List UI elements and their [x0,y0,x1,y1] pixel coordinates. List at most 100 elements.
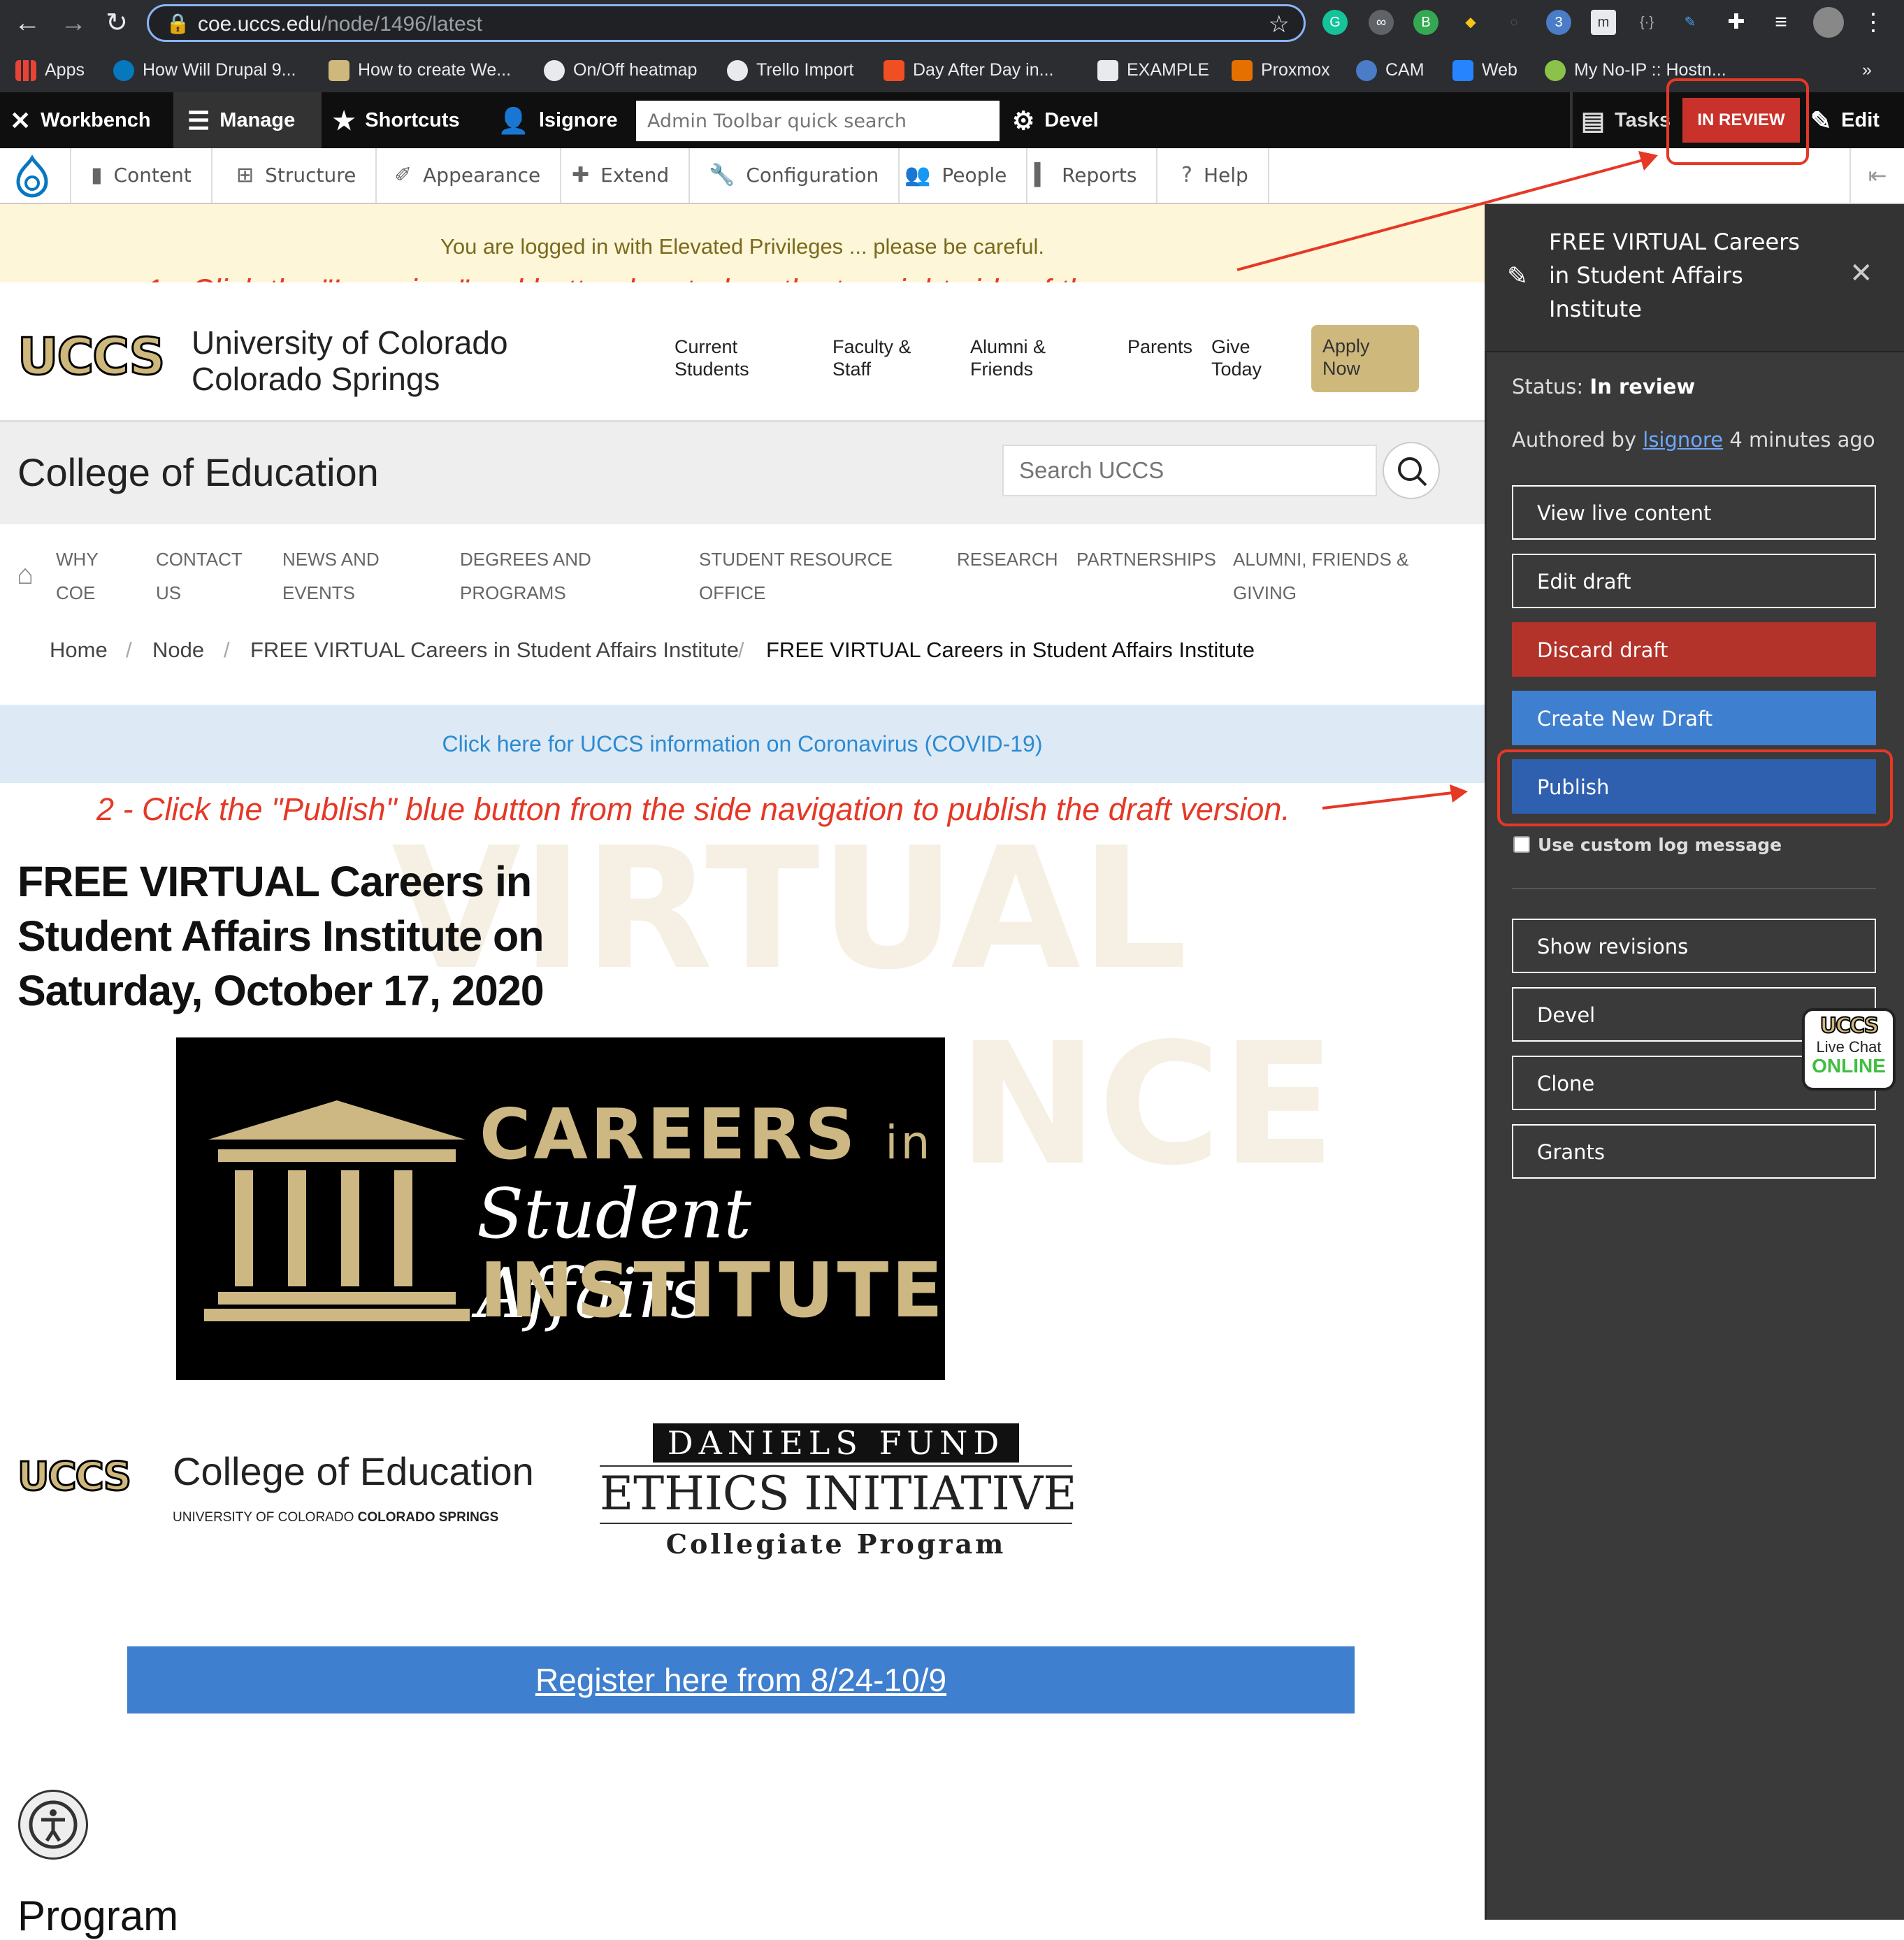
tasks-icon: ▤ [1581,106,1606,136]
college-title[interactable]: College of Education [17,450,379,495]
author-link[interactable]: lsignore [1643,428,1723,452]
puzzle-icon[interactable]: ✚ [1724,10,1749,35]
mainnav-alumni-friends-giving[interactable]: ALUMNI, FRIENDS & GIVING [1233,543,1408,610]
tray-extend[interactable]: ✚ Extend [552,148,691,203]
toolbar-edit[interactable]: ✎ Edit [1810,92,1880,148]
toolbar-devel[interactable]: ⚙ Devel [1012,92,1099,148]
topnav-faculty-staff[interactable]: Faculty & Staff [832,336,911,380]
bookmark-item[interactable]: Web [1452,56,1517,84]
banner-careers: CAREERS in [479,1093,933,1175]
breadcrumb-current: FREE VIRTUAL Careers in Student Affairs … [766,638,1255,662]
toolbar-manage[interactable]: ☰ Manage [173,92,322,148]
program-heading: Program [17,1892,179,1939]
register-button[interactable]: Register here from 8/24-10/9 [127,1646,1355,1713]
brush-icon: ✐ [394,163,412,187]
drupal-logo-icon[interactable] [0,148,71,203]
bookmark-item[interactable]: Trello Import [727,56,853,84]
bookmark-item[interactable]: How Will Drupal 9... [113,56,296,84]
mainnav-partnerships[interactable]: PARTNERSHIPS [1076,543,1216,576]
live-chat-widget[interactable]: UCCS Live Chat ONLINE [1802,1008,1896,1091]
proxmox-icon [1232,60,1253,82]
extension-icon[interactable]: 3 [1546,10,1571,35]
breadcrumb-parent[interactable]: FREE VIRTUAL Careers in Student Affairs … [250,638,739,663]
topnav-current-students[interactable]: Current Students [675,336,749,380]
mainnav-student-resource-office[interactable]: STUDENT RESOURCE OFFICE [699,543,893,610]
breadcrumb-node[interactable]: Node [152,638,204,663]
extension-icon[interactable]: ◆ [1458,10,1483,35]
extension-icon[interactable]: {·} [1634,10,1659,35]
web-icon [1452,60,1473,82]
tray-configuration[interactable]: 🔧 Configuration [689,148,900,203]
mainnav-why-coe[interactable]: WHY COE [56,543,99,610]
toolbar-user[interactable]: 👤 lsignore [498,92,618,148]
view-live-content-button[interactable]: View live content [1512,485,1876,540]
breadcrumb-home[interactable]: Home [50,638,108,663]
bookmarks-overflow[interactable]: » [1862,56,1872,84]
tray-people[interactable]: 👥 People [885,148,1028,203]
back-icon[interactable]: ← [10,6,45,41]
tray-reports[interactable]: ▍ Reports [1015,148,1158,203]
gear-icon: ⚙ [1012,106,1035,136]
bookmark-apps[interactable]: Apps [15,56,85,84]
topnav-alumni-friends[interactable]: Alumni & Friends [970,336,1046,380]
structure-icon: ⊞ [236,163,254,187]
media-icon[interactable]: ≡ [1768,10,1794,35]
reload-icon[interactable]: ↻ [99,6,134,41]
bookmark-item[interactable]: Proxmox [1232,56,1330,84]
tray-structure[interactable]: ⊞ Structure [217,148,377,203]
star-icon: ★ [333,106,356,136]
avatar[interactable] [1813,7,1844,38]
extension-icon[interactable]: B [1413,10,1438,35]
search-button[interactable] [1383,442,1440,499]
tray-content[interactable]: ▮ Content [71,148,212,203]
cam-icon [1356,60,1377,82]
create-new-draft-button[interactable]: Create New Draft [1512,691,1876,745]
custom-log-checkbox[interactable] [1513,836,1530,853]
extension-icon[interactable]: ○ [1501,10,1527,35]
edit-draft-button[interactable]: Edit draft [1512,554,1876,608]
home-icon[interactable]: ⌂ [17,559,34,591]
mainnav-contact-us[interactable]: CONTACT US [156,543,243,610]
apply-now-button[interactable]: Apply Now [1311,325,1419,392]
grammarly-extension-icon[interactable]: G [1322,10,1348,35]
topnav-give-today[interactable]: Give Today [1211,336,1262,380]
admin-quick-search-input[interactable] [636,101,1000,141]
bookmark-item[interactable]: How to create We... [329,56,511,84]
address-bar[interactable]: 🔒 coe.uccs.edu/node/1496/latest ☆ [147,4,1306,42]
grants-button[interactable]: Grants [1512,1124,1876,1179]
uccs-logo[interactable]: UCCS [16,326,166,387]
live-chat-label: Live Chat [1816,1038,1882,1056]
bookmark-star-icon[interactable]: ☆ [1269,10,1290,38]
university-name[interactable]: University of Colorado Colorado Springs [192,324,508,397]
extension-icon[interactable]: ∞ [1369,10,1394,35]
tray-appearance[interactable]: ✐ Appearance [375,148,562,203]
toolbar-shortcuts[interactable]: ★ Shortcuts [333,92,460,148]
forward-icon[interactable]: → [56,6,91,41]
bookmark-item[interactable]: On/Off heatmap [544,56,697,84]
discard-draft-button[interactable]: Discard draft [1512,622,1876,677]
extension-icon[interactable]: m [1591,10,1616,35]
bookmark-item[interactable]: EXAMPLE [1097,56,1209,84]
toolbar-tasks[interactable]: ▤ Tasks [1581,92,1671,148]
search-input[interactable] [1002,445,1377,496]
accessibility-button[interactable] [18,1790,88,1860]
bookmark-item[interactable]: CAM [1356,56,1425,84]
mainnav-degrees-programs[interactable]: DEGREES AND PROGRAMS [460,543,591,610]
mainnav-research[interactable]: RESEARCH [957,543,1058,576]
wrench-icon: 🔧 [709,163,735,187]
show-revisions-button[interactable]: Show revisions [1512,919,1876,973]
menu-dots-icon[interactable]: ⋮ [1861,10,1886,35]
pencil-icon: ✎ [1507,261,1529,290]
cloud-icon [884,60,904,82]
banner-institute: INSTITUTE [479,1247,946,1335]
hs-icon [1097,60,1118,82]
collapse-tray-icon[interactable]: ⇤ [1849,148,1904,203]
close-icon[interactable]: ✕ [1849,257,1873,289]
toolbar-workbench[interactable]: ✕ Workbench [10,92,151,148]
bookmark-item[interactable]: Day After Day in... [884,56,1053,84]
coe-logo-name: College of Education [173,1449,534,1493]
mainnav-news-events[interactable]: NEWS AND EVENTS [282,543,380,610]
extension-icon[interactable]: ✎ [1678,10,1703,35]
covid-info-link[interactable]: Click here for UCCS information on Coron… [0,705,1485,783]
topnav-parents[interactable]: Parents [1127,336,1192,358]
